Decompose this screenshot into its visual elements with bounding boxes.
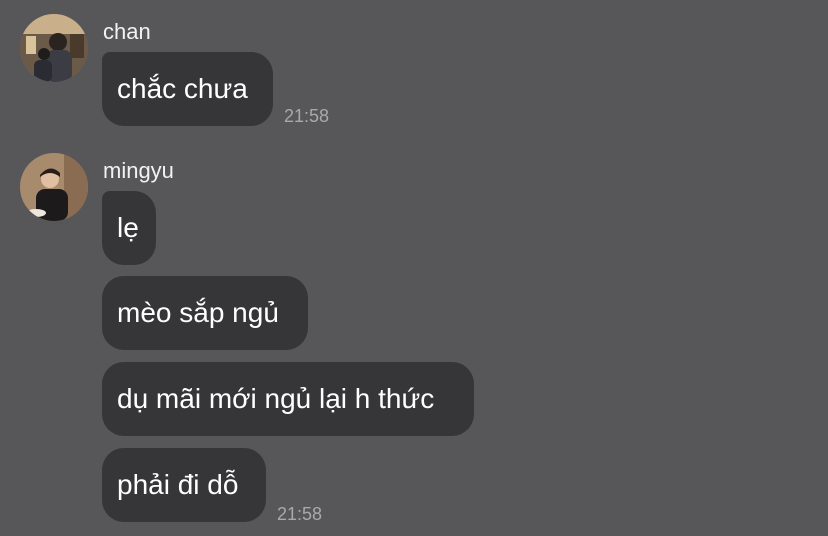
chat-thread: chan chắc chưa 21:58 mingyu lẹ mèo sắp n…: [0, 0, 828, 536]
message-bubble[interactable]: phải đi dỗ: [102, 448, 266, 522]
sender-name: mingyu: [103, 158, 174, 183]
message-bubble[interactable]: mèo sắp ngủ: [102, 276, 308, 350]
user-photo-icon: [20, 153, 88, 221]
message-timestamp: 21:58: [277, 504, 323, 524]
message-bubble[interactable]: lẹ: [102, 191, 156, 265]
avatar-chan[interactable]: [20, 14, 88, 82]
avatar-mingyu[interactable]: [20, 153, 88, 221]
message-timestamp: 21:58: [284, 106, 330, 126]
message-bubble[interactable]: chắc chưa: [102, 52, 273, 126]
user-photo-icon: [20, 14, 88, 82]
sender-name: chan: [103, 19, 151, 44]
message-bubble[interactable]: dụ mãi mới ngủ lại h thức: [102, 362, 474, 436]
